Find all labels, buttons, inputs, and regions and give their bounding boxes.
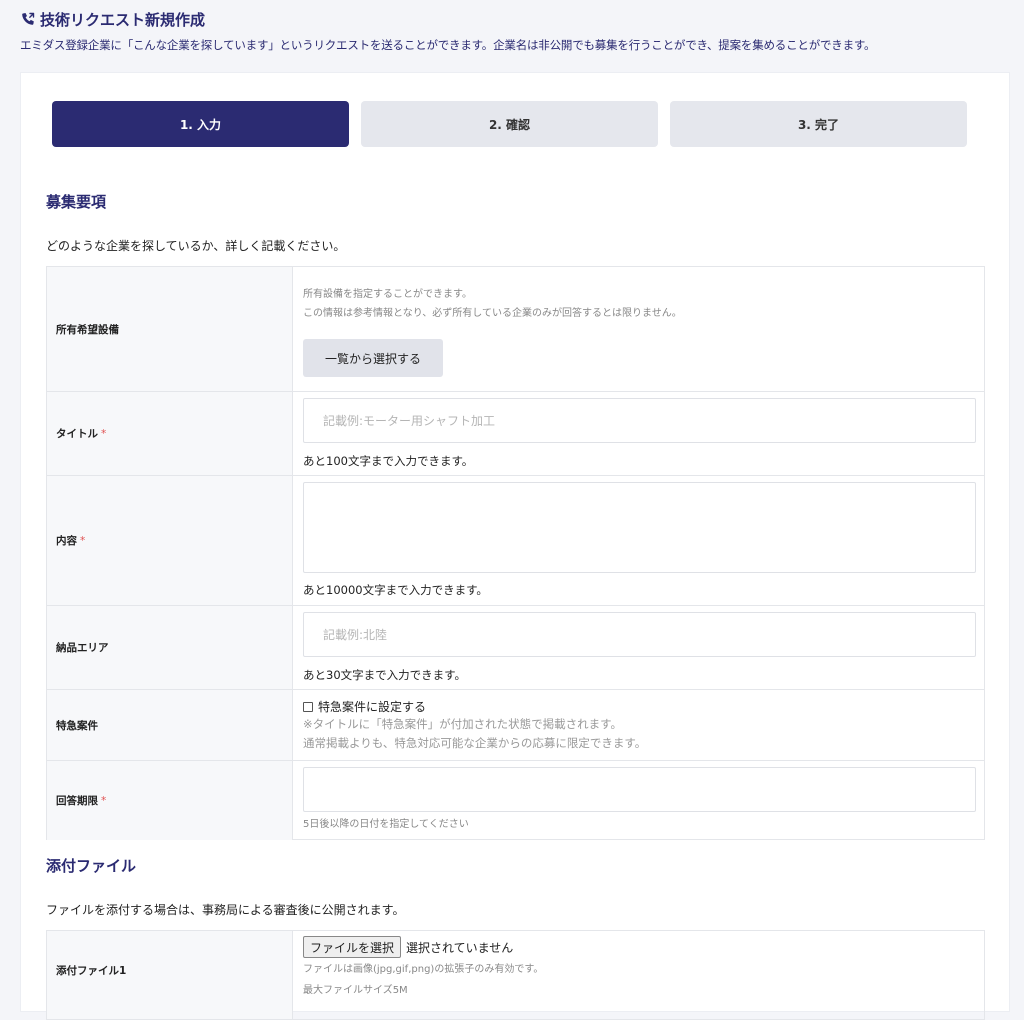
urgent-checkbox[interactable] (303, 701, 313, 712)
deadline-label: 回答期限 * (47, 761, 293, 840)
page-description: エミダス登録企業に「こんな企業を探しています」というリクエストを送ることができま… (20, 38, 876, 52)
file1-hint-2: 最大ファイルサイズ5M (303, 985, 408, 996)
title-input[interactable] (303, 398, 976, 443)
content-label: 内容 * (47, 476, 293, 605)
area-input[interactable] (303, 612, 976, 657)
file1-row: 添付ファイル1 ファイルを選択 選択されていません ファイルは画像(jpg,gi… (47, 931, 984, 1019)
area-row: 納品エリア あと30文字まで入力できます。 (47, 605, 984, 689)
equipment-label: 所有希望設備 (47, 267, 293, 391)
step-indicator: 1. 入力 2. 確認 3. 完了 (52, 101, 967, 147)
urgent-note-2: 通常掲載よりも、特急対応可能な企業からの応募に限定できます。 (303, 736, 647, 750)
form-card: 1. 入力 2. 確認 3. 完了 募集要項 どのような企業を探しているか、詳し… (20, 72, 1010, 1020)
file1-hint-1: ファイルは画像(jpg,gif,png)の拡張子のみ有効です。 (303, 964, 544, 975)
urgent-checkbox-line[interactable]: 特急案件に設定する (303, 698, 426, 715)
deadline-row: 回答期限 * 5日後以降の日付を指定してください (47, 760, 984, 840)
required-mark: * (101, 427, 107, 440)
title-row: タイトル* あと100文字まで入力できます。 (47, 391, 984, 475)
file1-picker[interactable]: ファイルを選択 選択されていません (303, 936, 513, 958)
recruit-section-title: 募集要項 (46, 193, 107, 211)
content-textarea[interactable] (303, 482, 976, 573)
urgent-checkbox-label[interactable]: 特急案件に設定する (318, 698, 426, 715)
recruit-form-table: 所有希望設備 所有設備を指定することができます。 この情報は参考情報となり、必ず… (46, 266, 985, 840)
required-mark: * (80, 534, 86, 547)
recruit-section-description: どのような企業を探しているか、詳しく記載ください。 (46, 239, 346, 253)
area-char-counter: あと30文字まで入力できます。 (303, 668, 466, 682)
choose-file-button[interactable]: ファイルを選択 (303, 936, 402, 958)
step-confirm: 2. 確認 (361, 101, 658, 147)
content-char-counter: あと10000文字まで入力できます。 (303, 583, 488, 597)
deadline-hint: 5日後以降の日付を指定してください (303, 819, 469, 830)
equipment-hint-1: 所有設備を指定することができます。 (303, 289, 472, 300)
phone-icon (22, 12, 35, 25)
file1-label: 添付ファイル1 (47, 931, 293, 1019)
urgent-label: 特急案件 (47, 690, 293, 760)
step-complete: 3. 完了 (670, 101, 967, 147)
attachment-section-description: ファイルを添付する場合は、事務局による審査後に公開されます。 (46, 903, 405, 917)
deadline-input[interactable] (303, 767, 976, 812)
attachment-section-title: 添付ファイル (46, 857, 137, 875)
page-title-text: 技術リクエスト新規作成 (40, 10, 206, 29)
area-label: 納品エリア (47, 606, 293, 689)
urgent-row: 特急案件 特急案件に設定する ※タイトルに「特急案件」が付加された状態で掲載され… (47, 689, 984, 760)
equipment-row: 所有希望設備 所有設備を指定することができます。 この情報は参考情報となり、必ず… (47, 267, 984, 391)
title-char-counter: あと100文字まで入力できます。 (303, 454, 474, 468)
title-label: タイトル * (47, 392, 293, 475)
equipment-hint-2: この情報は参考情報となり、必ず所有している企業のみが回答するとは限りません。 (303, 308, 682, 319)
urgent-note-1: ※タイトルに「特急案件」が付加された状態で掲載されます。 (303, 717, 622, 731)
page-title: 技術リクエスト新規作成 (20, 8, 1010, 30)
content-row: 内容 * あと10000文字まで入力できます。 (47, 475, 984, 605)
attachment-form-table: 添付ファイル1 ファイルを選択 選択されていません ファイルは画像(jpg,gi… (46, 930, 985, 1020)
required-mark: * (101, 794, 107, 807)
step-input: 1. 入力 (52, 101, 349, 147)
file-status: 選択されていません (406, 940, 514, 955)
select-from-list-button[interactable]: 一覧から選択する (303, 339, 443, 377)
page-header: 技術リクエスト新規作成 エミダス登録企業に「こんな企業を探しています」というリク… (20, 8, 1010, 53)
